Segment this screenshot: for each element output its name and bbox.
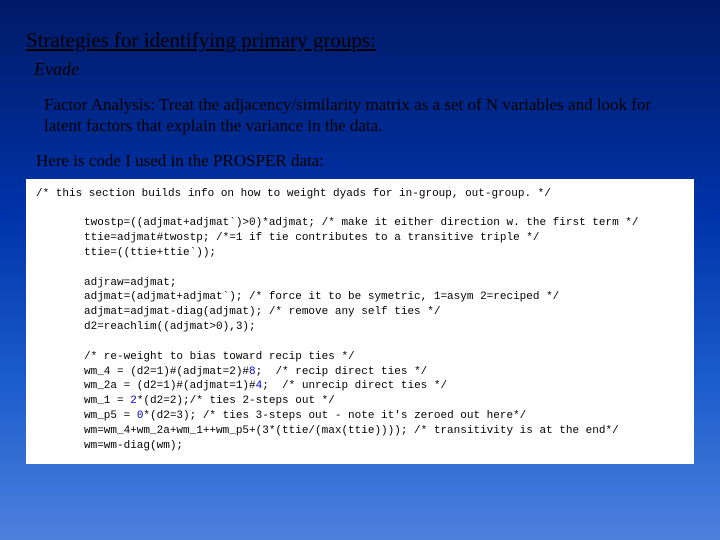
code-line: ttie=adjmat#twostp; /*=1 if tie contribu… [84,232,539,244]
code-line: wm_p5 = 0*(d2=3); /* ties 3-steps out - … [84,410,526,422]
code-line: adjmat=adjmat-diag(adjmat); /* remove an… [84,306,440,318]
code-line: wm_1 = 2*(d2=2);/* ties 2-steps out */ [84,395,335,407]
code-line: wm_2a = (d2=1)#(adjmat=1)#4; /* unrecip … [84,380,447,392]
highlighted-value: 8 [249,366,256,378]
code-line: twostp=((adjmat+adjmat`)>0)*adjmat; /* m… [84,217,639,229]
code-block: /* this section builds info on how to we… [26,179,694,464]
slide: Strategies for identifying primary group… [0,0,720,540]
code-line: /* re-weight to bias toward recip ties *… [84,351,355,363]
slide-title: Strategies for identifying primary group… [26,28,694,53]
code-line: wm=wm-diag(wm); [84,440,183,452]
slide-subtitle: Evade [34,59,694,80]
body-text-2: Here is code I used in the PROSPER data: [36,151,682,171]
code-line: wm=wm_4+wm_2a+wm_1++wm_p5+(3*(ttie/(max(… [84,425,619,437]
code-line: /* this section builds info on how to we… [36,188,551,200]
code-line: wm_4 = (d2=1)#(adjmat=2)#8; /* recip dir… [84,366,427,378]
code-line: adjraw=adjmat; [84,277,176,289]
code-line: d2=reachlim((adjmat>0),3); [84,321,256,333]
body-text: Factor Analysis: Treat the adjacency/sim… [44,94,682,137]
code-line: adjmat=(adjmat+adjmat`); /* force it to … [84,291,559,303]
highlighted-value: 2 [130,395,137,407]
code-line: ttie=((ttie+ttie`)); [84,247,216,259]
